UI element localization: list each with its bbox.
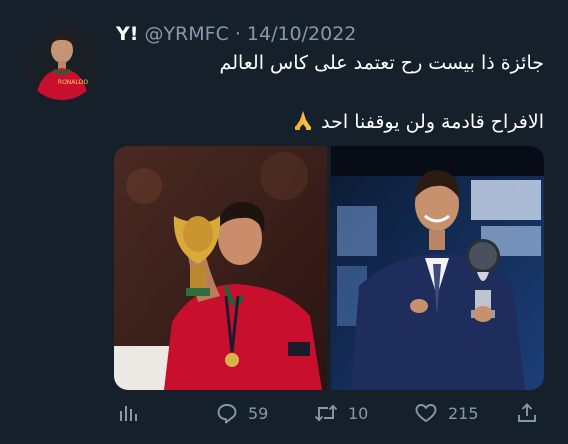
avatar[interactable]: RONALDO: [24, 24, 100, 100]
reply-button[interactable]: 59: [216, 398, 268, 428]
photo-left-image: [114, 146, 327, 390]
avatar-jersey-text: RONALDO: [58, 79, 88, 86]
analytics-button[interactable]: [118, 398, 138, 428]
tweet-text-line-2: الافراح قادمة ولن يوقفنا احد: [124, 108, 544, 137]
reply-icon: [217, 404, 237, 424]
share-button[interactable]: [516, 398, 538, 428]
tweet-date[interactable]: 14/10/2022: [247, 23, 357, 45]
separator-dot: ·: [234, 23, 241, 45]
photo-world-cup-kiss[interactable]: [114, 146, 327, 390]
tweet-actions: 59 10 215: [114, 398, 544, 428]
retweet-count: 10: [348, 403, 369, 423]
reply-count: 59: [248, 403, 269, 423]
tweet-media[interactable]: [114, 146, 544, 390]
like-button[interactable]: 215: [414, 398, 479, 428]
user-handle[interactable]: @YRMFC: [144, 23, 228, 45]
tweet-header: Y! @YRMFC · 14/10/2022: [116, 20, 356, 48]
avatar-image: RONALDO: [24, 24, 100, 100]
tweet-text-line-2-content: الافراح قادمة ولن يوقفنا احد: [321, 111, 544, 133]
display-name[interactable]: Y!: [116, 23, 138, 45]
tweet-card[interactable]: RONALDO Y! @YRMFC · 14/10/2022 جائزة ذا …: [0, 0, 568, 444]
heart-icon: [415, 404, 437, 422]
retweet-icon: [314, 404, 338, 422]
folded-hands-icon: [291, 108, 315, 137]
share-icon: [518, 403, 536, 422]
photo-right-image: [331, 146, 544, 390]
like-count: 215: [448, 403, 479, 423]
retweet-button[interactable]: 10: [314, 398, 368, 428]
tweet-text-line-1: جائزة ذا بيست رح تعتمد على كاس العالم: [219, 52, 544, 74]
analytics-icon: [120, 406, 137, 421]
photo-best-award[interactable]: [331, 146, 544, 390]
